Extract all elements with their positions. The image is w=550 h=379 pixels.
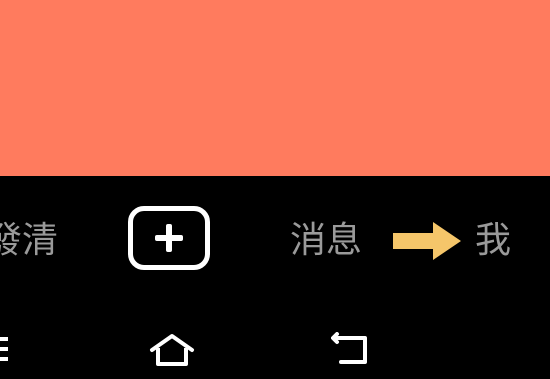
tab-left-partial[interactable]: 發清: [0, 219, 58, 263]
bottom-tab-bar: [0, 176, 550, 306]
plus-icon: [155, 224, 183, 252]
add-button[interactable]: [128, 206, 210, 270]
tab-me[interactable]: 我: [475, 219, 511, 263]
back-icon[interactable]: [331, 332, 375, 368]
tab-messages[interactable]: 消息: [290, 219, 362, 263]
arrow-right-icon: [393, 222, 461, 260]
phone-screen: 發清 消息 我: [0, 0, 550, 379]
content-area: [0, 0, 550, 176]
system-navigation-bar: [0, 306, 550, 379]
menu-icon[interactable]: [0, 334, 10, 364]
home-icon[interactable]: [148, 332, 196, 368]
